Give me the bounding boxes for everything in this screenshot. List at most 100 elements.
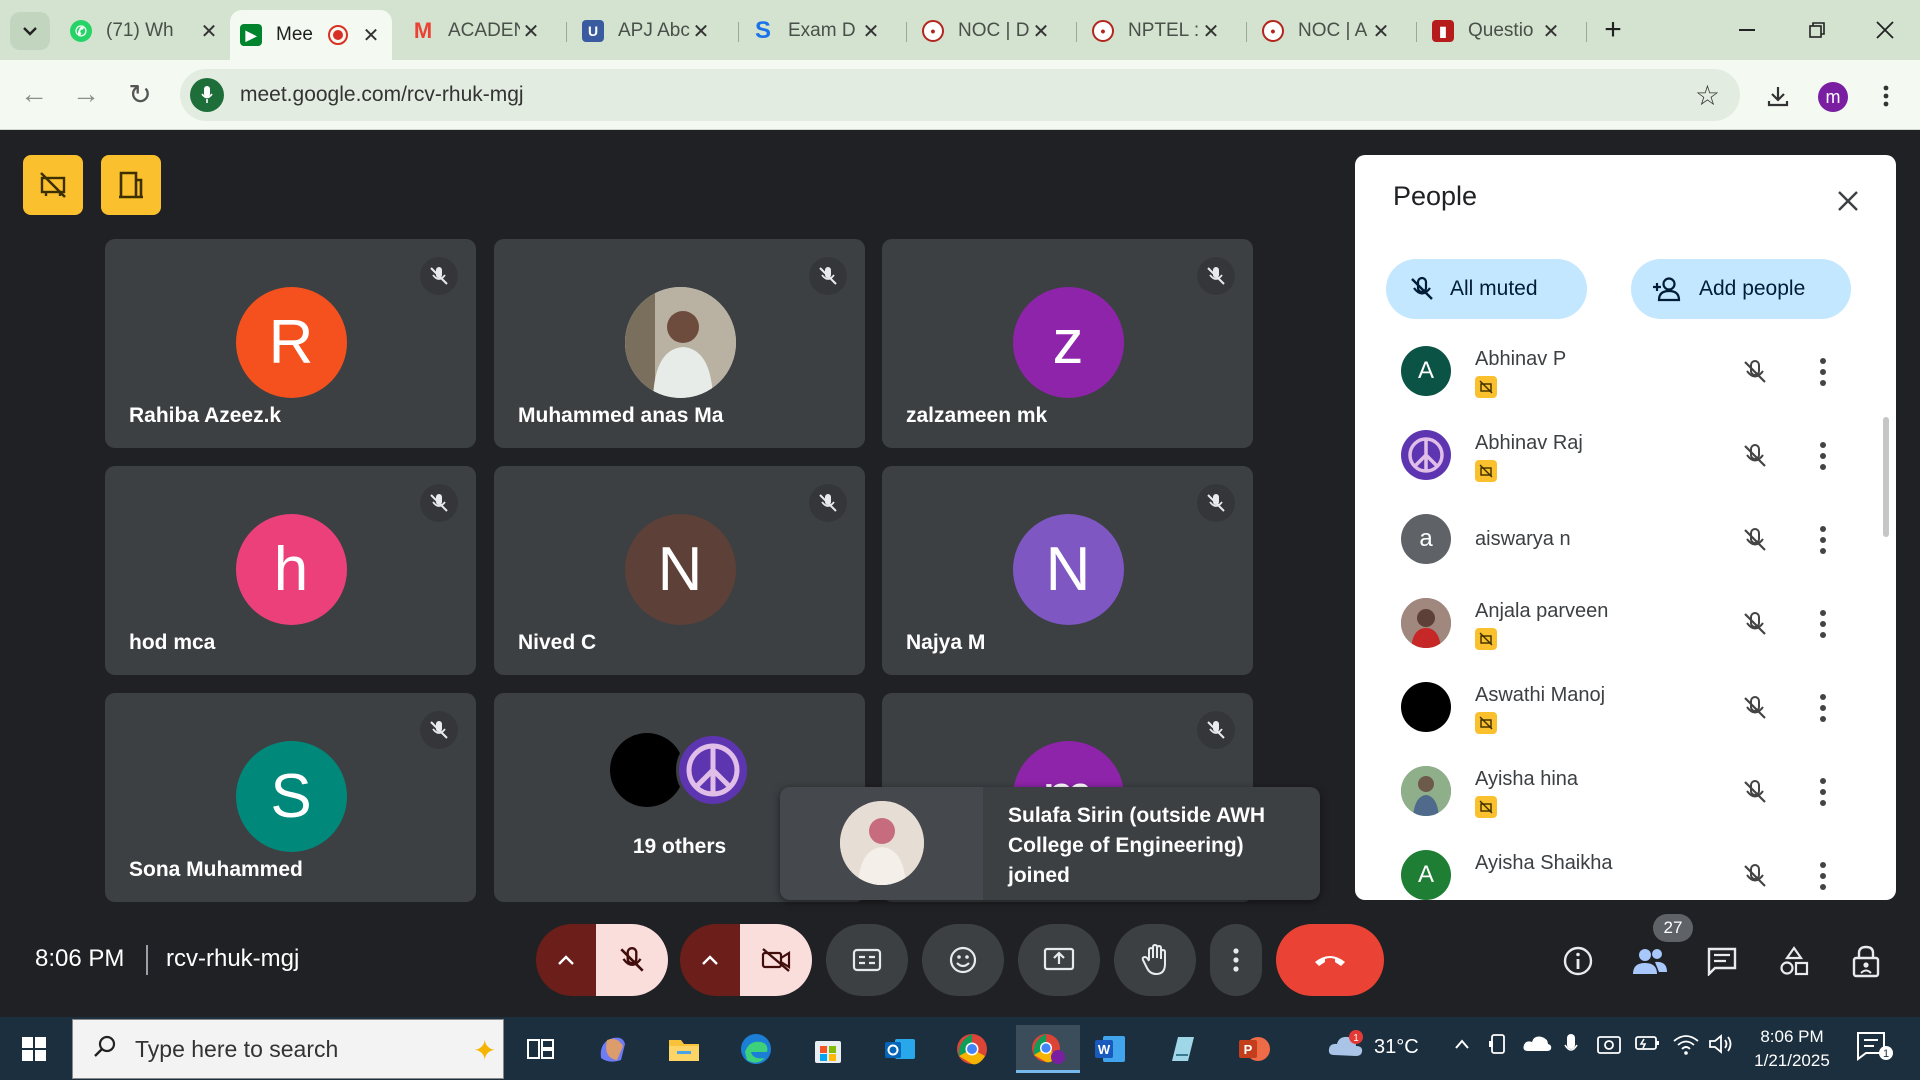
download-icon[interactable] (1758, 76, 1798, 116)
new-tab-button[interactable]: + (1590, 10, 1636, 50)
muted-mic-icon[interactable] (1735, 520, 1775, 560)
microphone-icon[interactable] (190, 78, 224, 112)
tab-whatsapp[interactable]: ✆ (71) Wh ✕ (60, 12, 230, 50)
notification-center-icon[interactable]: 1 (1854, 1029, 1894, 1069)
screen-capture-icon[interactable] (1596, 1033, 1622, 1063)
more-options-icon[interactable] (1811, 436, 1835, 476)
tab-exam[interactable]: S Exam D ✕ (742, 12, 892, 50)
more-options-icon[interactable] (1811, 352, 1835, 392)
onedrive-icon[interactable] (1522, 1033, 1552, 1059)
tab-close-icon[interactable]: ✕ (1540, 19, 1562, 44)
people-scrollbar[interactable] (1883, 417, 1889, 537)
tab-gmail[interactable]: M ACADEN ✕ (402, 12, 552, 50)
tab-meet[interactable]: ▶ Mee ✕ (230, 10, 392, 60)
forward-button[interactable]: → (66, 74, 106, 114)
reload-button[interactable]: ↻ (120, 74, 160, 114)
windows-start-button[interactable] (14, 1031, 54, 1067)
building-button[interactable] (101, 155, 161, 215)
muted-mic-icon[interactable] (1735, 436, 1775, 476)
emoji-reactions-button[interactable] (922, 924, 1004, 996)
audio-options-button[interactable] (536, 924, 596, 996)
tab-noc-d[interactable]: • NOC | D ✕ (912, 12, 1062, 50)
people-list-item[interactable]: Anjala parveen (1355, 582, 1875, 666)
battery-icon[interactable] (1634, 1033, 1662, 1059)
bookmark-star-icon[interactable]: ☆ (1695, 79, 1720, 112)
people-list-item[interactable]: A Abhinav P (1355, 330, 1875, 414)
close-panel-button[interactable] (1828, 181, 1868, 221)
people-list-item[interactable]: Ayisha hina (1355, 750, 1875, 834)
close-window-button[interactable] (1862, 10, 1908, 50)
raise-hand-button[interactable] (1114, 924, 1196, 996)
tray-microphone-icon[interactable] (1564, 1033, 1578, 1063)
more-options-icon[interactable] (1811, 688, 1835, 728)
muted-mic-icon[interactable] (1735, 352, 1775, 392)
tab-question[interactable]: ▮ Questio ✕ (1422, 12, 1572, 50)
participant-tile[interactable]: N Nived C (494, 466, 865, 675)
tab-close-icon[interactable]: ✕ (1200, 19, 1222, 44)
weather-icon[interactable]: 1 (1326, 1027, 1366, 1071)
tray-chevron-up-icon[interactable] (1454, 1033, 1470, 1056)
participant-tile[interactable]: Muhammed anas Ma (494, 239, 865, 448)
copilot-icon[interactable] (584, 1025, 640, 1073)
participant-tile[interactable]: N Najya M (882, 466, 1253, 675)
camera-toggle-button[interactable] (740, 924, 812, 996)
edge-icon[interactable] (728, 1025, 784, 1073)
tab-close-icon[interactable]: ✕ (1370, 19, 1392, 44)
people-button[interactable] (1626, 937, 1674, 985)
wifi-icon[interactable] (1672, 1033, 1700, 1061)
chat-button[interactable] (1698, 937, 1746, 985)
microphone-toggle-button[interactable] (596, 924, 668, 996)
add-people-button[interactable]: Add people (1631, 259, 1851, 319)
tab-close-icon[interactable]: ✕ (1030, 19, 1052, 44)
present-screen-button[interactable] (1018, 924, 1100, 996)
tray-device-icon[interactable] (1488, 1033, 1508, 1063)
word-icon[interactable]: W (1082, 1025, 1138, 1073)
minimize-button[interactable] (1724, 10, 1770, 50)
video-options-button[interactable] (680, 924, 740, 996)
powerpoint-icon[interactable]: P (1226, 1025, 1282, 1073)
file-explorer-icon[interactable] (656, 1025, 712, 1073)
participant-tile[interactable]: S Sona Muhammed (105, 693, 476, 902)
tab-close-icon[interactable]: ✕ (860, 19, 882, 44)
more-options-icon[interactable] (1811, 772, 1835, 812)
outlook-icon[interactable] (872, 1025, 928, 1073)
taskbar-search-box[interactable]: Type here to search ✦ (72, 1019, 504, 1079)
kebab-menu-icon[interactable] (1866, 76, 1906, 116)
microsoft-store-icon[interactable] (800, 1025, 856, 1073)
all-muted-button[interactable]: All muted (1386, 259, 1587, 319)
participant-tile[interactable]: h hod mca (105, 466, 476, 675)
tab-nptel[interactable]: • NPTEL : ✕ (1082, 12, 1232, 50)
people-list-item[interactable]: a aiswarya n (1355, 498, 1875, 582)
muted-mic-icon[interactable] (1735, 604, 1775, 644)
tab-search-button[interactable] (10, 12, 50, 50)
tab-close-icon[interactable]: ✕ (198, 19, 220, 44)
muted-mic-icon[interactable] (1735, 856, 1775, 896)
address-bar[interactable]: meet.google.com/rcv-rhuk-mgj ☆ (180, 69, 1740, 121)
chrome-profile-icon[interactable] (1016, 1025, 1080, 1073)
people-list-item[interactable]: A Ayisha Shaikha (1355, 834, 1875, 900)
tab-apj[interactable]: U APJ Abc ✕ (572, 12, 722, 50)
profile-avatar[interactable]: m (1818, 82, 1848, 112)
notes-app-icon[interactable] (1154, 1025, 1210, 1073)
participant-tile[interactable]: z zalzameen mk (882, 239, 1253, 448)
tab-close-icon[interactable]: ✕ (520, 19, 542, 44)
muted-mic-icon[interactable] (1735, 772, 1775, 812)
leave-call-button[interactable] (1276, 924, 1384, 996)
chrome-icon[interactable] (944, 1025, 1000, 1073)
more-options-icon[interactable] (1811, 520, 1835, 560)
back-button[interactable]: ← (14, 74, 54, 114)
activities-button[interactable] (1770, 937, 1818, 985)
restore-button[interactable] (1794, 10, 1840, 50)
meeting-info-button[interactable] (1554, 937, 1602, 985)
people-list-item[interactable]: Abhinav Raj (1355, 414, 1875, 498)
more-options-icon[interactable] (1811, 856, 1835, 896)
no-video-button[interactable] (23, 155, 83, 215)
captions-button[interactable] (826, 924, 908, 996)
task-view-icon[interactable] (512, 1025, 568, 1073)
tab-close-icon[interactable]: ✕ (360, 23, 382, 48)
people-list-item[interactable]: Aswathi Manoj (1355, 666, 1875, 750)
more-options-button[interactable] (1210, 924, 1262, 996)
participant-tile[interactable]: R Rahiba Azeez.k (105, 239, 476, 448)
muted-mic-icon[interactable] (1735, 688, 1775, 728)
tab-noc-a[interactable]: • NOC | A ✕ (1252, 12, 1402, 50)
